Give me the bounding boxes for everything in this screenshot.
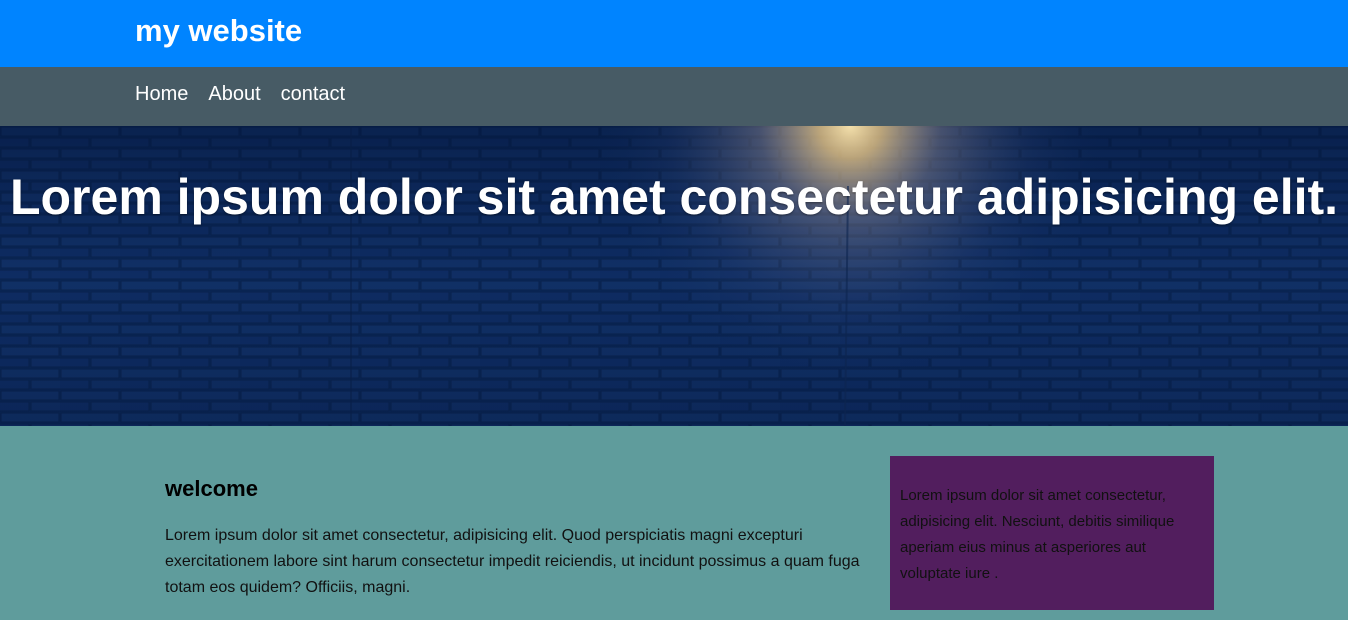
welcome-text: Lorem ipsum dolor sit amet consectetur, …	[165, 527, 860, 596]
site-title[interactable]: my website	[135, 13, 302, 49]
main-column: welcome Lorem ipsum dolor sit amet conse…	[165, 476, 870, 601]
nav-item-about: About	[208, 83, 260, 106]
sidebar-box: Lorem ipsum dolor sit amet consectetur, …	[890, 456, 1214, 610]
nav-bar: Home About contact	[0, 67, 1348, 126]
hero-title: Lorem ipsum dolor sit amet consectetur a…	[9, 169, 1339, 225]
nav-list: Home About contact	[135, 83, 345, 106]
nav-item-home: Home	[135, 83, 188, 106]
content-section: welcome Lorem ipsum dolor sit amet conse…	[0, 426, 1348, 620]
site-header: my website	[0, 0, 1348, 67]
nav-link-about[interactable]: About	[208, 83, 260, 105]
nav-link-home[interactable]: Home	[135, 83, 188, 105]
nav-link-contact[interactable]: contact	[281, 83, 345, 105]
nav-item-contact: contact	[281, 83, 345, 106]
sidebar-text: Lorem ipsum dolor sit amet consectetur, …	[900, 487, 1175, 582]
welcome-heading: welcome	[165, 476, 258, 501]
hero-banner: Lorem ipsum dolor sit amet consectetur a…	[0, 126, 1348, 426]
